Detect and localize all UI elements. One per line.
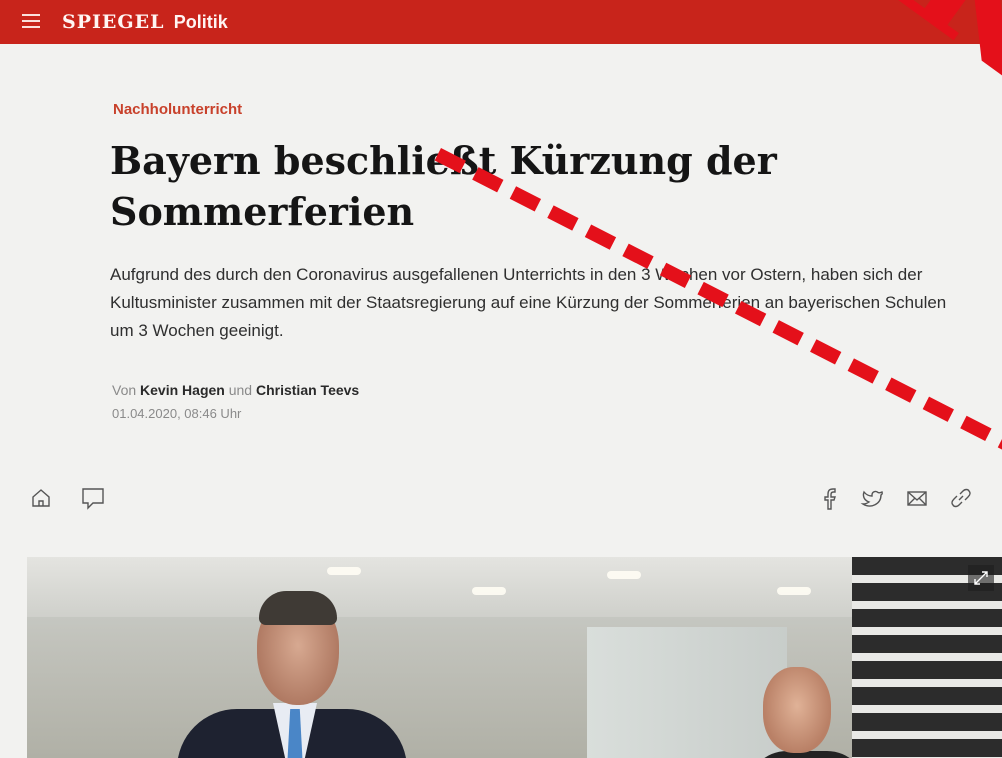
author-link-christian-teevs[interactable]: Christian Teevs <box>256 382 359 398</box>
publish-date: 01.04.2020, 08:46 Uhr <box>112 406 242 421</box>
article-teaser: Aufgrund des durch den Coronavirus ausge… <box>110 265 947 340</box>
twitter-icon[interactable] <box>860 485 886 511</box>
article-byline: Von Kevin Hagen und Christian Teevs <box>112 382 359 398</box>
ceiling-lamp <box>327 567 361 575</box>
section-label: Politik <box>173 12 228 32</box>
byline-conjunction: und <box>228 382 253 398</box>
ceiling-lamp <box>607 571 641 579</box>
spiegel-logo: SPIEGEL <box>62 11 165 33</box>
photo-person-right <box>747 667 867 758</box>
author-link-kevin-hagen[interactable]: Kevin Hagen <box>140 382 225 398</box>
byline-prefix: Von <box>112 382 137 398</box>
article-headline: Bayern beschließt Kürzung der Sommerferi… <box>110 138 777 234</box>
link-icon[interactable] <box>948 485 974 511</box>
hamburger-menu-icon[interactable] <box>22 14 40 28</box>
brand-link[interactable]: SPIEGEL Politik <box>62 11 228 34</box>
expand-icon[interactable] <box>968 565 994 591</box>
article-photo[interactable] <box>27 557 1002 758</box>
article-kicker: Nachholunterricht <box>113 101 243 118</box>
ceiling-lamp <box>777 587 811 595</box>
ceiling-lamp <box>472 587 506 595</box>
photo-person-left <box>177 591 407 758</box>
comment-icon[interactable] <box>80 485 106 511</box>
facebook-icon[interactable] <box>817 485 843 511</box>
mail-icon[interactable] <box>904 485 930 511</box>
home-icon[interactable] <box>28 485 54 511</box>
